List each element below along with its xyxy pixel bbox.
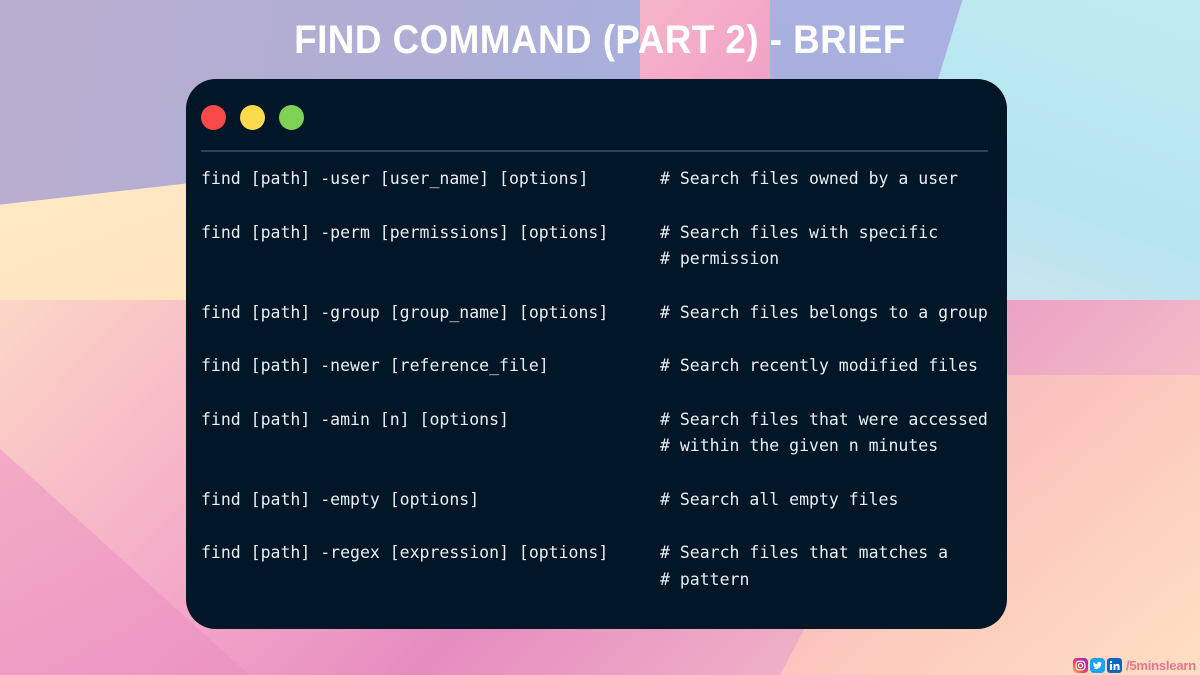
command-text: find [path] -amin [n] [options] [201,409,509,429]
instagram-icon[interactable] [1072,658,1088,673]
command-row: find [path] -empty [options] # Search all… [201,487,1007,514]
comment-line: # pattern [660,569,750,589]
window-controls [201,105,1007,130]
comment-line: # permission [660,249,780,268]
command-text: find [path] -perm [permissions] [options… [201,222,609,242]
comment-line: # Search recently modified files [660,356,978,375]
comment-text: # Search all empty files [660,487,1007,514]
comment-text: # Search recently modified files [660,353,1007,380]
command-row: find [path] -group [group_name] [options… [201,300,1007,327]
comment-line: # Search files that were accessed [660,409,988,429]
terminal-window: find [path] -user [user_name] [options] #… [186,79,1007,629]
slide-canvas: FIND COMMAND (PART 2) - BRIEF find [path… [0,0,1200,675]
command-row: find [path] -amin [n] [options] # Search … [201,407,1007,460]
slide-title: FIND COMMAND (PART 2) - BRIEF [294,18,906,62]
comment-text: # Search files belongs to a group [660,300,1007,327]
command-text: find [path] -empty [options] [201,489,480,509]
command-row: find [path] -user [user_name] [options] #… [201,166,1007,193]
handle-text: /5minslearn [1125,658,1196,673]
comment-text: # Search files that were accessed # withi… [660,407,1007,460]
comment-line: # Search files owned by a user [660,169,959,188]
command-row: find [path] -perm [permissions] [options… [201,220,1007,273]
comment-line: # Search files with specific [660,222,939,242]
maximize-button-icon[interactable] [279,105,304,130]
command-row: find [path] -regex [expression] [options… [201,540,1007,593]
twitter-icon[interactable] [1089,658,1105,673]
comment-line: # within the given n minutes [660,436,939,455]
command-row: find [path] -newer [reference_file] # Sea… [201,353,1007,380]
command-text: find [path] -newer [reference_file] [201,356,549,375]
comment-line: # Search files belongs to a group [660,302,988,322]
comment-line: # Search files that matches a [660,543,949,562]
command-text: find [path] -regex [expression] [options… [201,543,609,562]
linkedin-icon[interactable] [1106,658,1122,673]
comment-text: # Search files with specific # permission [660,220,1007,273]
close-button-icon[interactable] [201,105,226,130]
comment-line: # Search all empty files [660,489,899,509]
command-text: find [path] -user [user_name] [options] [201,169,589,188]
terminal-code-body: find [path] -user [user_name] [options] #… [186,150,1007,593]
minimize-button-icon[interactable] [240,105,265,130]
comment-text: # Search files owned by a user [660,166,1007,193]
terminal-titlebar [186,79,1007,150]
social-handle[interactable]: /5minslearn [1072,658,1196,673]
command-text: find [path] -group [group_name] [options… [201,302,609,322]
comment-text: # Search files that matches a # pattern [660,540,1007,593]
